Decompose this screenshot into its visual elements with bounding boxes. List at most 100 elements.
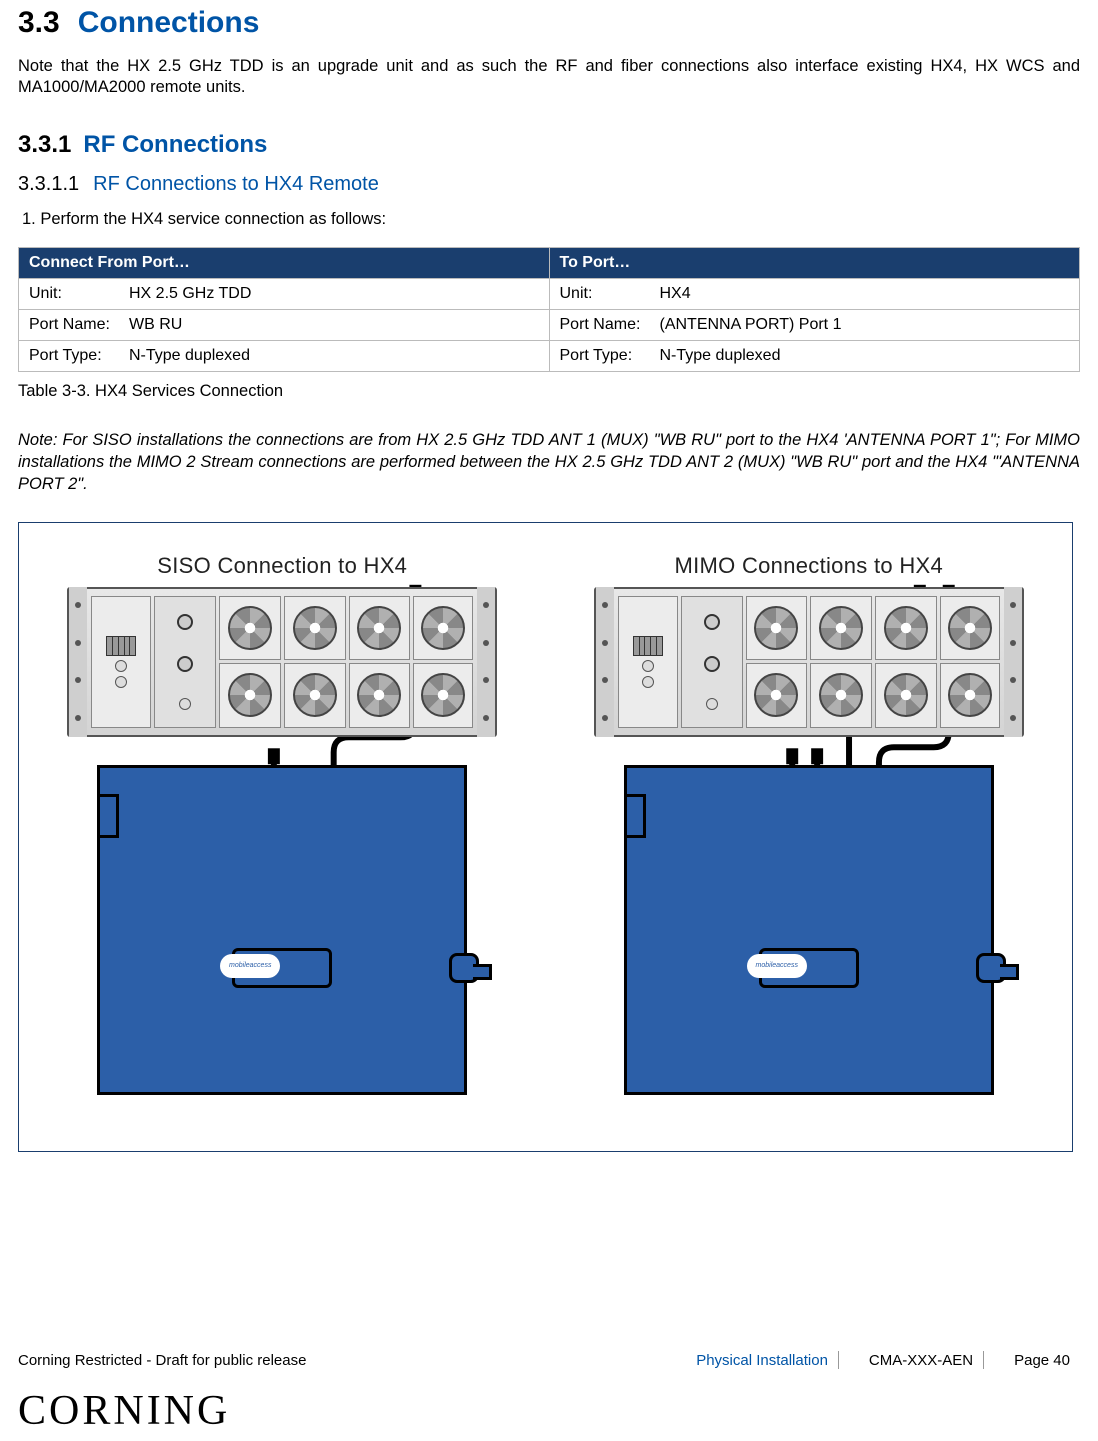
rack-module-right	[154, 596, 216, 728]
dip-switch-icon	[106, 636, 136, 656]
fan-icon	[884, 673, 928, 717]
cell-label: Port Name:	[560, 316, 660, 334]
fan-module	[810, 663, 872, 728]
table-header-to: To Port…	[549, 247, 1080, 278]
fan-icon	[293, 606, 337, 650]
cell-value: (ANTENNA PORT) Port 1	[660, 316, 842, 333]
subsubsection-heading-3-3-1-1: 3.3.1.1 RF Connections to HX4 Remote	[18, 173, 1080, 196]
subsection-title: RF Connections	[83, 131, 267, 158]
fan-module	[219, 663, 281, 728]
subsubsection-title: RF Connections to HX4 Remote	[93, 173, 379, 195]
cell-value: WB RU	[129, 316, 182, 333]
cell-label: Port Name:	[29, 316, 129, 334]
connection-diagram: SISO Connection to HX4	[18, 522, 1073, 1152]
subsection-number: 3.3.1	[18, 131, 71, 158]
fan-module	[875, 663, 937, 728]
fan-module	[284, 596, 346, 661]
rack-handle-right	[1004, 587, 1022, 737]
hx-tdd-unit: mobileaccess	[97, 765, 467, 1095]
fan-module	[284, 663, 346, 728]
section-heading-3-3: 3.3 Connections	[18, 0, 1080, 40]
mobileaccess-badge: mobileaccess	[220, 954, 280, 978]
fan-icon	[421, 606, 465, 650]
fan-module	[746, 596, 808, 661]
port-icon	[642, 676, 654, 688]
cell-value: HX 2.5 GHz TDD	[129, 285, 251, 302]
table-header-from: Connect From Port…	[19, 247, 550, 278]
mimo-title: MIMO Connections to HX4	[674, 553, 943, 579]
corning-logo: CORNING	[18, 1387, 230, 1435]
siso-title: SISO Connection to HX4	[157, 553, 407, 579]
footer-doc-id: CMA-XXX-AEN	[859, 1352, 983, 1369]
port-icon	[115, 676, 127, 688]
step-1-text: 1. Perform the HX4 service connection as…	[18, 210, 1080, 229]
fan-icon	[819, 606, 863, 650]
fan-icon	[357, 606, 401, 650]
fan-module	[940, 596, 1000, 661]
divider	[838, 1351, 859, 1369]
box-latch-icon	[624, 794, 646, 838]
fan-module	[413, 596, 473, 661]
hx4-rack-unit	[594, 587, 1024, 737]
hx4-rack-unit	[67, 587, 497, 737]
siso-column: SISO Connection to HX4	[42, 553, 522, 1151]
fan-icon	[228, 673, 272, 717]
section-number: 3.3	[18, 6, 60, 39]
fan-icon	[884, 606, 928, 650]
rack-handle-left	[596, 587, 614, 737]
box-latch-icon	[97, 794, 119, 838]
rack-module-left	[91, 596, 151, 728]
fan-icon	[228, 606, 272, 650]
port-icon	[642, 660, 654, 672]
fan-module	[810, 596, 872, 661]
table-row: Unit:HX 2.5 GHz TDD Unit:HX4	[19, 278, 1080, 309]
antenna-port-icon	[704, 656, 720, 672]
cell-label: Port Type:	[560, 347, 660, 365]
rack-handle-left	[69, 587, 87, 737]
fan-module	[349, 663, 411, 728]
rack-module-right	[681, 596, 743, 728]
page-footer: Corning Restricted - Draft for public re…	[18, 1351, 1080, 1369]
footer-page-number: Page 40	[1004, 1352, 1080, 1369]
table-caption: Table 3-3. HX4 Services Connection	[18, 382, 1080, 401]
cell-label: Unit:	[560, 285, 660, 303]
fan-module	[413, 663, 473, 728]
port-icon	[706, 698, 718, 710]
fan-icon	[819, 673, 863, 717]
subsubsection-number: 3.3.1.1	[18, 173, 79, 195]
mobileaccess-badge: mobileaccess	[747, 954, 807, 978]
fan-icon	[948, 673, 992, 717]
cell-value: N-Type duplexed	[129, 347, 250, 364]
section-title: Connections	[78, 6, 260, 39]
fan-module	[940, 663, 1000, 728]
box-handle-icon	[976, 953, 1006, 983]
cell-value: N-Type duplexed	[660, 347, 781, 364]
rack-module-left	[618, 596, 678, 728]
table-row: Port Type:N-Type duplexed Port Type:N-Ty…	[19, 340, 1080, 371]
fan-icon	[754, 606, 798, 650]
mimo-column: MIMO Connections to HX4	[569, 553, 1049, 1151]
hx-tdd-unit: mobileaccess	[624, 765, 994, 1095]
fan-module	[219, 596, 281, 661]
fan-module	[349, 596, 411, 661]
antenna-port-icon	[177, 656, 193, 672]
rack-handle-right	[477, 587, 495, 737]
fan-icon	[948, 606, 992, 650]
port-icon	[179, 698, 191, 710]
footer-classification: Corning Restricted - Draft for public re…	[18, 1352, 306, 1369]
fan-module	[875, 596, 937, 661]
footer-section: Physical Installation	[686, 1352, 838, 1369]
dip-switch-icon	[633, 636, 663, 656]
fan-icon	[357, 673, 401, 717]
note-paragraph: Note: For SISO installations the connect…	[18, 429, 1080, 496]
cell-label: Unit:	[29, 285, 129, 303]
subsection-heading-3-3-1: 3.3.1 RF Connections	[18, 131, 1080, 159]
antenna-port-icon	[704, 614, 720, 630]
antenna-port-icon	[177, 614, 193, 630]
fan-icon	[421, 673, 465, 717]
fan-icon	[754, 673, 798, 717]
box-handle-icon	[449, 953, 479, 983]
connections-table: Connect From Port… To Port… Unit:HX 2.5 …	[18, 247, 1080, 372]
port-icon	[115, 660, 127, 672]
cell-value: HX4	[660, 285, 691, 302]
